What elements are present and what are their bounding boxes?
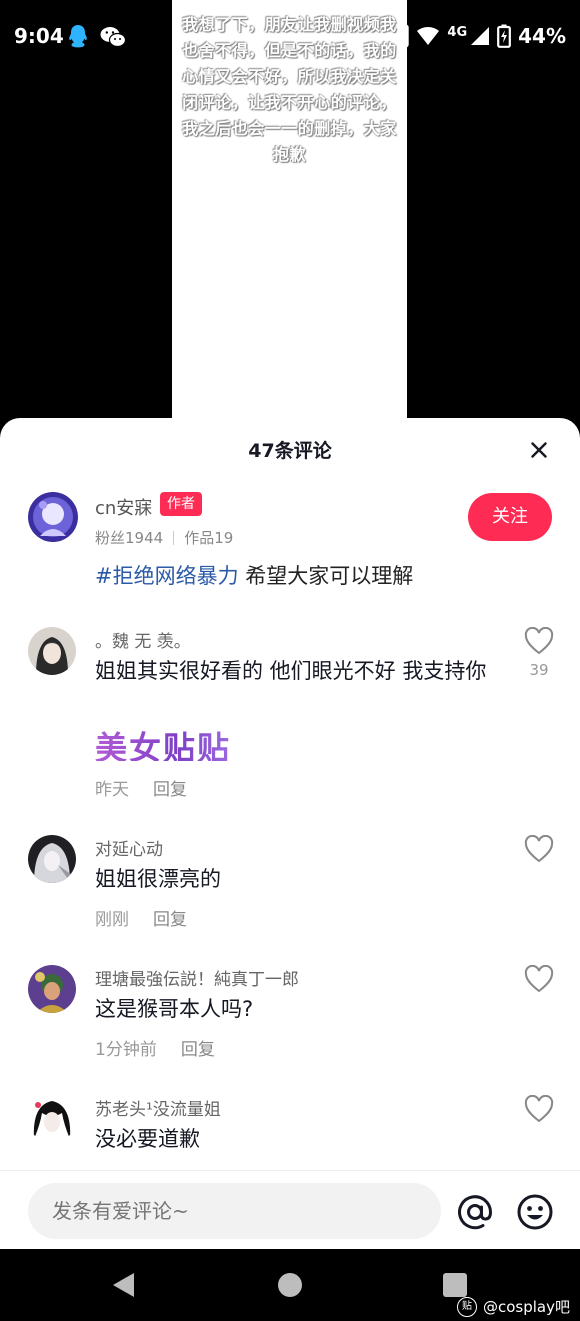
recent-apps-icon[interactable] bbox=[443, 1273, 467, 1297]
home-icon[interactable] bbox=[278, 1273, 302, 1297]
comment-text: 姐姐很漂亮的 bbox=[95, 867, 221, 891]
comment-meta: 昨天 回复 bbox=[95, 775, 187, 800]
author-stats: 粉丝1944 作品19 bbox=[95, 527, 233, 548]
signal-icon bbox=[471, 27, 490, 45]
video-frame[interactable]: 我想了下，朋友让我删视频我也舍不得，但是不的话，我的心情又会不好，所以我决定关闭… bbox=[172, 0, 407, 430]
tieba-icon: 贴 bbox=[457, 1296, 477, 1317]
commenter-avatar[interactable] bbox=[28, 965, 76, 1013]
author-tag: 作者 bbox=[160, 492, 202, 516]
heart-icon[interactable] bbox=[524, 1095, 554, 1123]
fans-count: 粉丝1944 bbox=[95, 529, 164, 547]
network-type: 4G bbox=[447, 24, 468, 40]
close-icon bbox=[531, 442, 547, 458]
comment-item: 理塘最強伝説！純真丁一郎 这是猴哥本人吗? 1分钟前 回复 bbox=[0, 965, 580, 1075]
comment-input-bar bbox=[0, 1170, 580, 1249]
qq-icon bbox=[69, 25, 87, 48]
system-nav-bar: 贴 @cosplay吧 bbox=[0, 1249, 580, 1321]
commenter-avatar[interactable] bbox=[28, 627, 76, 675]
back-icon[interactable] bbox=[112, 1273, 134, 1297]
commenter-name[interactable]: 对延心动 bbox=[95, 835, 163, 860]
close-button[interactable] bbox=[524, 435, 554, 465]
wechat-icon bbox=[100, 27, 126, 48]
video-caption: 我想了下，朋友让我删视频我也舍不得，但是不的话，我的心情又会不好，所以我决定关闭… bbox=[182, 15, 397, 164]
heart-icon[interactable] bbox=[524, 835, 554, 863]
author-description: #拒绝网络暴力 希望大家可以理解 bbox=[95, 560, 413, 590]
hashtag-link[interactable]: #拒绝网络暴力 bbox=[95, 564, 239, 588]
author-card: cn安寐 作者 粉丝1944 作品19 关注 #拒绝网络暴力 希望大家可以理解 bbox=[0, 486, 580, 596]
comment-meta: 刚刚 回复 bbox=[95, 905, 187, 930]
follow-button[interactable]: 关注 bbox=[468, 493, 552, 541]
stats-divider bbox=[173, 530, 175, 545]
commenter-avatar[interactable] bbox=[28, 835, 76, 883]
description-text: 希望大家可以理解 bbox=[238, 564, 414, 588]
commenter-avatar[interactable] bbox=[28, 1095, 76, 1143]
author-name[interactable]: cn安寐 bbox=[95, 494, 152, 520]
commenter-name[interactable]: 苏老头¹没流量姐 bbox=[95, 1095, 221, 1120]
commenter-name[interactable]: 。魏 无 羡。 bbox=[95, 627, 191, 652]
commenter-name[interactable]: 理塘最強伝説！純真丁一郎 bbox=[95, 965, 299, 990]
like-count: 39 bbox=[529, 661, 549, 679]
status-time: 9:04 bbox=[14, 24, 64, 48]
comment-count-title: 47条评论 bbox=[248, 440, 332, 462]
comment-text: 没必要道歉 bbox=[95, 1127, 200, 1151]
heart-icon[interactable] bbox=[524, 965, 554, 993]
comment-meta: 1分钟前 回复 bbox=[95, 1035, 215, 1060]
reply-button[interactable]: 回复 bbox=[153, 910, 187, 930]
comment-sticker: 美女贴贴 bbox=[95, 723, 245, 767]
comment-time: 刚刚 bbox=[95, 910, 129, 930]
comment-time: 昨天 bbox=[95, 780, 129, 800]
wifi-icon bbox=[417, 26, 440, 45]
mention-icon[interactable] bbox=[456, 1193, 494, 1231]
reply-button[interactable]: 回复 bbox=[181, 1040, 215, 1060]
watermark: 贴 @cosplay吧 bbox=[457, 1296, 570, 1317]
battery-percent: 44% bbox=[518, 24, 566, 48]
comment-input[interactable] bbox=[28, 1183, 441, 1239]
comment-text: 姐姐其实很好看的 他们眼光不好 我支持你 bbox=[95, 659, 487, 683]
status-right-group: 4G 44% bbox=[393, 23, 566, 49]
comment-time: 1分钟前 bbox=[95, 1040, 157, 1060]
comment-text: 这是猴哥本人吗? bbox=[95, 997, 254, 1021]
emoji-icon[interactable] bbox=[516, 1193, 554, 1231]
watermark-text: @cosplay吧 bbox=[483, 1298, 570, 1316]
heart-icon[interactable] bbox=[524, 627, 554, 655]
comment-item: 对延心动 姐姐很漂亮的 刚刚 回复 bbox=[0, 835, 580, 945]
comment-item: 。魏 无 羡。 姐姐其实很好看的 他们眼光不好 我支持你 美女贴贴 昨天 回复 3… bbox=[0, 627, 580, 817]
comment-item: 苏老头¹没流量姐 没必要道歉 四飞旗 bbox=[0, 1095, 580, 1207]
author-avatar[interactable] bbox=[28, 492, 78, 542]
comment-sheet: 47条评论 cn安寐 作者 粉丝1944 作品19 关注 #拒绝网络暴力 希望大… bbox=[0, 418, 580, 1249]
works-count: 作品19 bbox=[184, 529, 234, 547]
battery-icon bbox=[497, 24, 512, 48]
reply-button[interactable]: 回复 bbox=[153, 780, 187, 800]
